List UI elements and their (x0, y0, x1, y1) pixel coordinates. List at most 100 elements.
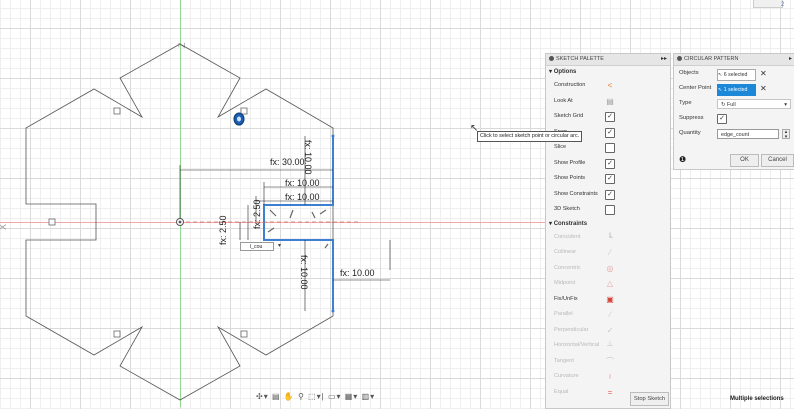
constraint-perpendicular[interactable]: Perpendicular ✓ (546, 323, 670, 339)
dimension-2-50-b[interactable]: fx: 2.50 (218, 215, 228, 245)
checkbox[interactable]: ✓ (605, 158, 615, 169)
orbit-icon[interactable]: ✣▾ (256, 392, 269, 401)
view-cube[interactable] (753, 0, 783, 8)
fast-forward-icon[interactable]: ▸ (789, 54, 792, 65)
constraint-label: Collinear (554, 249, 577, 255)
zoom-icon[interactable]: ⚲ (298, 392, 305, 401)
checkbox[interactable]: ✓ (605, 127, 615, 138)
lock-icon[interactable]: ▣ (605, 295, 615, 305)
fast-forward-icon[interactable]: ▸▸ (661, 54, 667, 65)
option-label: Show Constraints (554, 190, 598, 197)
constraints-list: Coincident ┗ Collinear ⁄ Concentric ◎ Midpoint… (546, 230, 670, 401)
constraint-curvature[interactable]: Curvature ≀ (546, 369, 670, 385)
concentric-icon[interactable]: ◎ (605, 264, 615, 274)
checkbox[interactable] (605, 143, 615, 153)
option-label: Slice (554, 144, 567, 150)
option-label: Show Profile (554, 159, 586, 166)
constraint-midpoint[interactable]: Midpoint △ (546, 276, 670, 292)
checkbox[interactable]: ✓ (605, 189, 615, 200)
coincident-icon[interactable]: ┗ (605, 233, 615, 243)
collinear-icon[interactable]: ⁄ (605, 248, 615, 258)
options-list: Construction<Look At▤Sketch Grid✓Snap✓Sl… (546, 78, 670, 218)
checkbox[interactable]: ✓ (605, 174, 615, 184)
option-show-constraints[interactable]: Show Constraints ✓ (546, 187, 670, 203)
tooltip: Click to select sketch point or circular… (477, 131, 583, 142)
constraints-section-header[interactable]: ▾ Constraints (546, 218, 670, 230)
quantity-stepper[interactable]: ▴ ▾ (782, 129, 790, 140)
circular-pattern-dialog: CIRCULAR PATTERN ▸ Objects ↖ 6 selected … (673, 53, 794, 170)
constraint-label: Horizontal/Vertical (554, 342, 600, 348)
constraint-horizontal-vertical[interactable]: Horizontal/Vertical ┴ (546, 338, 670, 354)
option-construction[interactable]: Construction < (546, 78, 670, 94)
curvature-icon[interactable]: ≀ (605, 372, 615, 382)
constraint-label: Coincident (554, 233, 581, 240)
chevron-down-icon: ▾ (784, 102, 787, 108)
sketch-palette-title: SKETCH PALETTE (556, 56, 604, 62)
dimension-10-mid[interactable]: fx: 10.00 (285, 192, 320, 202)
dimension-input-dropdown-icon[interactable]: ▾ (278, 242, 281, 249)
checkbox[interactable]: ✓ (605, 112, 615, 122)
display-settings-icon[interactable]: ▭▾ (328, 392, 342, 401)
circular-pattern-title: CIRCULAR PATTERN (684, 56, 739, 62)
info-icon[interactable]: ❶ (679, 155, 686, 164)
dimension-10-vert-bottom[interactable]: fx: 10.00 (299, 255, 309, 290)
options-section-header[interactable]: ▾ Options (546, 66, 670, 78)
circular-pattern-header[interactable]: CIRCULAR PATTERN ▸ (674, 54, 794, 66)
constraint-tangent[interactable]: Tangent ⌒ (546, 354, 670, 370)
type-select[interactable]: ↻ Full ▾ (717, 99, 791, 109)
tangent-icon[interactable]: ⌒ (605, 357, 615, 367)
navigation-toolbar: ✣▾ ▤ ✋ ⚲ ⬚▾| ▭▾ ▦▾ ▥▾ (256, 392, 376, 401)
center-point-select-button[interactable]: ↖ 1 selected (717, 84, 756, 96)
constraint-label: Midpoint (554, 280, 576, 286)
suppress-checkbox[interactable]: ✓ (717, 114, 727, 124)
suppress-label: Suppress (679, 115, 704, 121)
constraints-title: Constraints (553, 220, 588, 227)
look-at-icon[interactable]: ▤ (605, 97, 615, 107)
option-show-profile[interactable]: Show Profile ✓ (546, 156, 670, 172)
grid-settings-icon[interactable]: ▦▾ (345, 392, 359, 401)
checkbox[interactable] (605, 205, 615, 215)
quantity-input[interactable]: edge_count (717, 129, 779, 139)
ok-button[interactable]: OK (730, 154, 759, 167)
construction-icon[interactable]: < (605, 81, 615, 91)
constraint-coincident[interactable]: Coincident ┗ (546, 230, 670, 246)
sketch-palette-header[interactable]: SKETCH PALETTE ▸▸ (546, 54, 670, 66)
constraint-label: Equal (554, 388, 569, 395)
objects-clear-icon[interactable]: ✕ (760, 66, 767, 81)
constraint-fix-unfix[interactable]: Fix/UnFix ▣ (546, 292, 670, 308)
option-3d-sketch[interactable]: 3D Sketch (546, 202, 670, 218)
center-point-clear-icon[interactable]: ✕ (760, 81, 767, 96)
objects-row: Objects ↖ 6 selected ✕ (674, 66, 794, 81)
horizontal-vertical-icon[interactable]: ┴ (605, 341, 615, 351)
constraint-label: Fix/UnFix (554, 295, 578, 302)
cancel-button[interactable]: Cancel (761, 154, 794, 167)
constraint-collinear[interactable]: Collinear ⁄ (546, 245, 670, 261)
dimension-10-right[interactable]: fx: 10.00 (340, 268, 375, 278)
parallel-icon[interactable]: ∕ (605, 310, 615, 320)
status-text: Multiple selections (730, 396, 784, 402)
option-label: 3D Sketch (554, 206, 580, 212)
pan-icon[interactable]: ✋ (284, 392, 295, 401)
look-at-icon[interactable]: ▤ (272, 392, 281, 401)
stop-sketch-button[interactable]: Stop Sketch (630, 392, 669, 406)
dimension-10-vert-top[interactable]: fx: 10.00 (303, 140, 313, 175)
dimension-input[interactable]: l_cou (240, 242, 274, 251)
zoom-window-icon[interactable]: ⬚▾ (308, 392, 322, 401)
option-show-points[interactable]: Show Points ✓ (546, 171, 670, 187)
option-look-at[interactable]: Look At ▤ (546, 94, 670, 110)
perpendicular-icon[interactable]: ✓ (605, 326, 615, 336)
objects-select-button[interactable]: ↖ 6 selected (717, 69, 756, 81)
option-slice[interactable]: Slice (546, 140, 670, 156)
type-row: Type ↻ Full ▾ (674, 96, 794, 111)
constraint-parallel[interactable]: Parallel ∕ (546, 307, 670, 323)
dimension-10-top[interactable]: fx: 10.00 (285, 178, 320, 188)
dimension-2-50-a[interactable]: fx: 2.50 (252, 199, 262, 229)
dimension-30[interactable]: fx: 30.00 (270, 157, 305, 167)
equal-icon[interactable]: = (605, 388, 615, 398)
viewports-icon[interactable]: ▥▾ (362, 392, 376, 401)
constraint-concentric[interactable]: Concentric ◎ (546, 261, 670, 277)
midpoint-icon[interactable]: △ (605, 279, 615, 289)
objects-label: Objects (679, 70, 699, 76)
option-label: Show Points (554, 175, 586, 181)
option-sketch-grid[interactable]: Sketch Grid ✓ (546, 109, 670, 125)
